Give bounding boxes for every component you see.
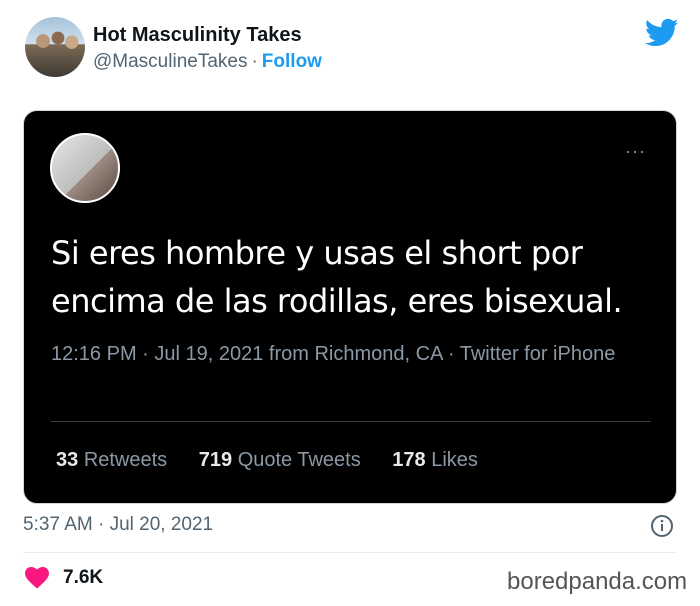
- stat-label: Likes: [431, 449, 478, 471]
- tweet-text: Si eres hombre y usas el short por encim…: [51, 234, 623, 320]
- stat-label: Quote Tweets: [237, 449, 361, 471]
- embedded-tweet-card[interactable]: ··· Si eres hombre y usas el short por e…: [23, 110, 677, 504]
- stat-likes[interactable]: 178 Likes: [392, 449, 478, 471]
- embedded-avatar: [50, 133, 120, 203]
- follow-button[interactable]: Follow: [262, 51, 322, 72]
- handle-row: @MasculineTakes · Follow: [93, 51, 322, 73]
- separator: ·: [251, 51, 258, 72]
- stat-quote-tweets[interactable]: 719 Quote Tweets: [199, 449, 361, 471]
- stat-count: 719: [198, 449, 233, 471]
- stat-count: 178: [392, 449, 426, 471]
- handle[interactable]: @MasculineTakes: [93, 51, 247, 72]
- heart-icon[interactable]: [25, 567, 49, 589]
- stat-label: Retweets: [83, 449, 168, 471]
- card-divider: [51, 421, 651, 422]
- stat-retweets[interactable]: 33 Retweets: [56, 449, 167, 471]
- info-icon[interactable]: [650, 514, 674, 538]
- twitter-bird-icon[interactable]: [645, 18, 679, 48]
- more-icon[interactable]: ···: [625, 141, 646, 162]
- stat-count: 33: [56, 449, 79, 471]
- tweet-meta: 12:16 PM · Jul 19, 2021 from Richmond, C…: [51, 343, 616, 365]
- tweet-header: Hot Masculinity Takes @MasculineTakes · Fo…: [0, 0, 700, 100]
- tweet-stats: 33 Retweets 719 Quote Tweets 178 Likes: [56, 449, 504, 472]
- avatar[interactable]: [25, 17, 85, 77]
- watermark: boredpanda.com: [507, 568, 688, 595]
- timestamp[interactable]: 5:37 AM · Jul 20, 2021: [23, 514, 213, 536]
- likes-row[interactable]: 7.6K: [25, 567, 103, 589]
- display-name[interactable]: Hot Masculinity Takes: [93, 24, 302, 47]
- likes-count: 7.6K: [63, 567, 104, 588]
- footer-divider: [23, 552, 677, 553]
